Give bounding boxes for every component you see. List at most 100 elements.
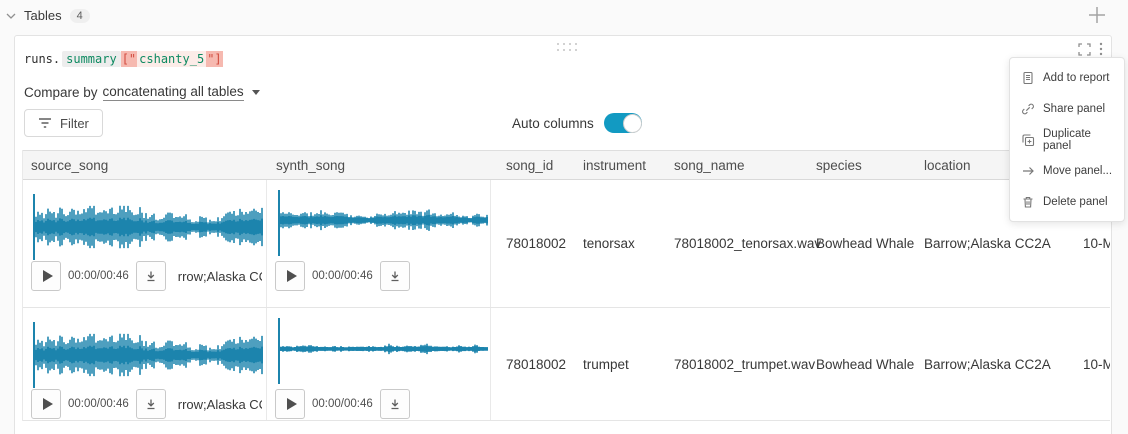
report-icon [1021,71,1035,85]
audio-waveform[interactable] [33,192,263,262]
cell-species: Bowhead Whale [816,180,924,307]
audio-waveform[interactable] [33,320,263,390]
overflow-menu-icon[interactable] [1099,42,1103,56]
cell-instrument: trumpet [583,308,674,420]
audio-cell-synth-song: 00:00/00:46 [267,308,491,420]
auto-columns-toggle[interactable] [604,113,642,133]
audio-controls: 00:00/00:46 rrow;Alaska CC [31,389,262,419]
cell-divider [491,180,506,307]
table-panel: runs.summary["cshanty_5"] Compare by con… [14,35,1112,434]
menu-item-delete-panel[interactable]: Delete panel [1010,186,1124,217]
section-title: Tables [24,8,62,23]
audio-waveform[interactable] [278,188,488,258]
playback-cursor [33,322,35,388]
download-icon [388,269,402,283]
time-display: 00:00/00:46 [68,270,129,282]
audio-waveform[interactable] [278,316,488,386]
panel-drag-handle[interactable] [557,43,577,51]
chevron-down-icon [252,90,260,95]
play-button[interactable] [275,261,305,291]
table-row: 00:00/00:46 rrow;Alaska CC 00: [23,308,1110,421]
table-row: 00:00/00:46 rrow;Alaska CC 00: [23,180,1110,308]
cell-song-name: 78018002_tenorsax.wav [674,180,816,307]
menu-item-label: Share panel [1043,103,1105,115]
time-display: 00:00/00:46 [312,398,373,410]
menu-item-label: Delete panel [1043,196,1108,208]
compare-by-dropdown[interactable]: concatenating all tables [103,84,244,101]
compare-by-label: Compare by [24,85,98,100]
download-icon [144,397,158,411]
cell-date-clipped: 10-Ma [1069,308,1110,420]
time-display: 00:00/00:46 [68,398,129,410]
time-display: 00:00/00:46 [312,270,373,282]
menu-item-add-to-report[interactable]: Add to report [1010,62,1124,93]
link-icon [1021,102,1035,116]
play-button[interactable] [275,389,305,419]
column-header-song-id[interactable]: song_id [506,151,583,179]
cell-instrument: tenorsax [583,180,674,307]
play-button[interactable] [31,389,61,419]
compare-by-row: Compare by concatenating all tables [24,84,260,101]
arrow-right-icon [1021,164,1035,178]
audio-cell-synth-song: 00:00/00:46 [267,180,491,307]
column-header-source-song[interactable]: source_song [23,151,267,179]
cell-song-name: 78018002_trumpet.wav [674,308,816,420]
filter-icon [38,117,52,129]
play-button[interactable] [31,261,61,291]
download-icon [388,397,402,411]
download-button[interactable] [136,261,166,291]
menu-item-label: Add to report [1043,72,1109,84]
chevron-down-icon[interactable] [6,12,16,20]
section-header: Tables 4 [6,8,90,23]
expression-method: summary [62,51,121,67]
filter-button[interactable]: Filter [24,109,103,137]
audio-caption: rrow;Alaska CC [178,397,262,412]
cell-song-id: 78018002 [506,308,583,420]
panel-context-menu: Add to report Share panel Duplicate pane… [1009,57,1125,222]
fullscreen-icon[interactable] [1078,43,1091,56]
panel-actions [1078,42,1103,56]
play-icon [287,270,297,282]
column-header-song-name[interactable]: song_name [674,151,816,179]
column-header-species[interactable]: species [816,151,924,179]
download-button[interactable] [380,389,410,419]
play-icon [43,270,53,282]
results-table: source_song synth_song song_id instrumen… [22,150,1110,421]
expression-object: runs. [24,52,60,66]
audio-cell-source-song: 00:00/00:46 rrow;Alaska CC [23,180,267,307]
column-header-synth-song[interactable]: synth_song [267,151,491,179]
toggle-knob [623,114,642,133]
download-button[interactable] [380,261,410,291]
menu-item-share-panel[interactable]: Share panel [1010,93,1124,124]
audio-controls: 00:00/00:46 [275,389,486,419]
expression-key: cshanty_5 [137,51,206,67]
auto-columns-label: Auto columns [512,116,594,131]
trash-icon [1021,195,1035,209]
play-icon [287,398,297,410]
download-button[interactable] [136,389,166,419]
playback-cursor [33,194,35,260]
audio-caption: rrow;Alaska CC [178,269,262,284]
cell-divider [491,308,506,420]
compare-by-value: concatenating all tables [103,84,244,99]
menu-item-move-panel[interactable]: Move panel... [1010,155,1124,186]
menu-item-duplicate-panel[interactable]: Duplicate panel [1010,124,1124,155]
panel-query-expression[interactable]: runs.summary["cshanty_5"] [24,51,223,67]
expression-bracket-open: [" [121,51,137,67]
panel-count-badge: 4 [70,9,90,23]
menu-item-label: Move panel... [1043,165,1112,177]
cell-species: Bowhead Whale [816,308,924,420]
add-panel-button[interactable] [1086,4,1108,26]
audio-controls: 00:00/00:46 [275,261,486,291]
download-icon [144,269,158,283]
cell-song-id: 78018002 [506,180,583,307]
auto-columns-control: Auto columns [512,113,642,133]
playback-cursor [278,190,280,256]
filter-button-label: Filter [60,116,89,131]
play-icon [43,398,53,410]
column-header-instrument[interactable]: instrument [583,151,674,179]
expression-bracket-close: "] [206,51,222,67]
cell-location: Barrow;Alaska CC2A [924,308,1069,420]
audio-cell-source-song: 00:00/00:46 rrow;Alaska CC [23,308,267,420]
duplicate-icon [1021,133,1035,147]
